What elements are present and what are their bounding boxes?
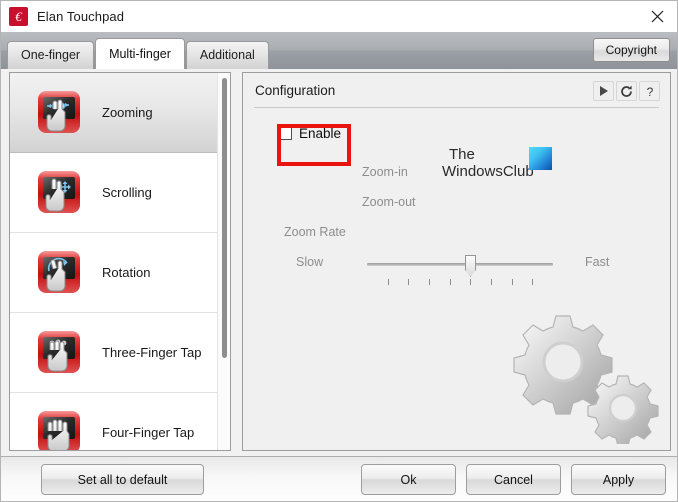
watermark-line-2: WindowsClub — [442, 163, 534, 180]
tab-additional[interactable]: Additional — [185, 41, 269, 69]
slider-max-label: Fast — [585, 255, 610, 269]
list-item-three-finger-tap[interactable]: Three-Finger Tap — [10, 313, 217, 393]
list-item-zooming[interactable]: Zooming — [10, 73, 217, 153]
zoom-in-label: Zoom-in — [362, 165, 408, 179]
slider-tick — [450, 279, 451, 285]
ok-button[interactable]: Ok — [361, 464, 456, 495]
apply-button[interactable]: Apply — [571, 464, 666, 495]
help-icon[interactable]: ? — [639, 81, 660, 101]
play-icon[interactable] — [593, 81, 614, 101]
list-item-label: Three-Finger Tap — [102, 345, 202, 360]
header-divider — [254, 107, 659, 108]
refresh-icon[interactable] — [616, 81, 637, 101]
close-icon[interactable] — [635, 1, 677, 32]
elan-logo-icon: € — [9, 7, 28, 26]
two-finger-zoom-icon — [34, 87, 86, 139]
title-bar: € Elan Touchpad — [1, 1, 677, 32]
zoom-rate-slider[interactable] — [367, 251, 553, 285]
slider-tick — [388, 279, 389, 285]
tab-multi-finger[interactable]: Multi-finger — [95, 38, 185, 69]
svg-text:?: ? — [646, 85, 653, 98]
windowsclub-square-icon — [529, 147, 552, 170]
gesture-list: Zooming Scrolling Rotation Three-Finger … — [10, 73, 217, 450]
two-finger-scroll-icon — [34, 167, 86, 219]
list-item-scrolling[interactable]: Scrolling — [10, 153, 217, 233]
gesture-list-panel: Zooming Scrolling Rotation Three-Finger … — [9, 72, 231, 451]
slider-tick — [429, 279, 430, 285]
list-item-label: Rotation — [102, 265, 151, 280]
configuration-header-buttons: ? — [591, 81, 660, 101]
slider-thumb[interactable] — [465, 255, 476, 277]
list-item-label: Zooming — [102, 105, 153, 120]
configuration-header: Configuration ? — [243, 73, 670, 110]
elan-touchpad-window: € Elan Touchpad One-finger Multi-finger … — [0, 0, 678, 502]
copyright-button[interactable]: Copyright — [592, 38, 670, 62]
list-item-label: Four-Finger Tap — [102, 425, 195, 440]
scrollbar-thumb[interactable] — [222, 78, 227, 358]
two-finger-rotate-icon — [34, 247, 86, 299]
enable-label: Enable — [299, 126, 342, 141]
zoom-rate-label: Zoom Rate — [284, 225, 346, 239]
list-item-four-finger-tap[interactable]: Four-Finger Tap — [10, 393, 217, 450]
tab-one-finger[interactable]: One-finger — [7, 41, 95, 69]
window-title: Elan Touchpad — [37, 9, 125, 24]
slider-track — [367, 263, 553, 266]
zoom-out-label: Zoom-out — [362, 195, 416, 209]
slider-min-label: Slow — [296, 255, 324, 269]
gears-icon — [494, 312, 664, 444]
configuration-title: Configuration — [255, 83, 336, 98]
enable-checkbox[interactable] — [279, 127, 292, 140]
enable-checkbox-row[interactable]: Enable — [279, 126, 341, 141]
watermark-line-1: The — [449, 146, 475, 163]
set-all-to-default-button[interactable]: Set all to default — [41, 464, 204, 495]
slider-tick — [512, 279, 513, 285]
vertical-scrollbar[interactable] — [217, 73, 230, 450]
tab-list: One-finger Multi-finger Additional — [7, 38, 270, 69]
slider-tick — [408, 279, 409, 285]
four-finger-tap-icon — [34, 407, 86, 450]
tab-strip: One-finger Multi-finger Additional Copyr… — [1, 32, 677, 69]
slider-tick — [532, 279, 533, 285]
list-item-rotation[interactable]: Rotation — [10, 233, 217, 313]
slider-ticks — [367, 279, 553, 286]
svg-text:€: € — [15, 9, 23, 24]
cancel-button[interactable]: Cancel — [466, 464, 561, 495]
configuration-panel: Configuration ? Enable Zoom-in Zoom-out … — [242, 72, 671, 451]
slider-tick — [491, 279, 492, 285]
slider-tick — [470, 279, 471, 285]
content-area: Zooming Scrolling Rotation Three-Finger … — [1, 69, 677, 456]
watermark: The WindowsClub — [442, 146, 557, 188]
three-finger-tap-icon — [34, 327, 86, 379]
list-item-label: Scrolling — [102, 185, 152, 200]
